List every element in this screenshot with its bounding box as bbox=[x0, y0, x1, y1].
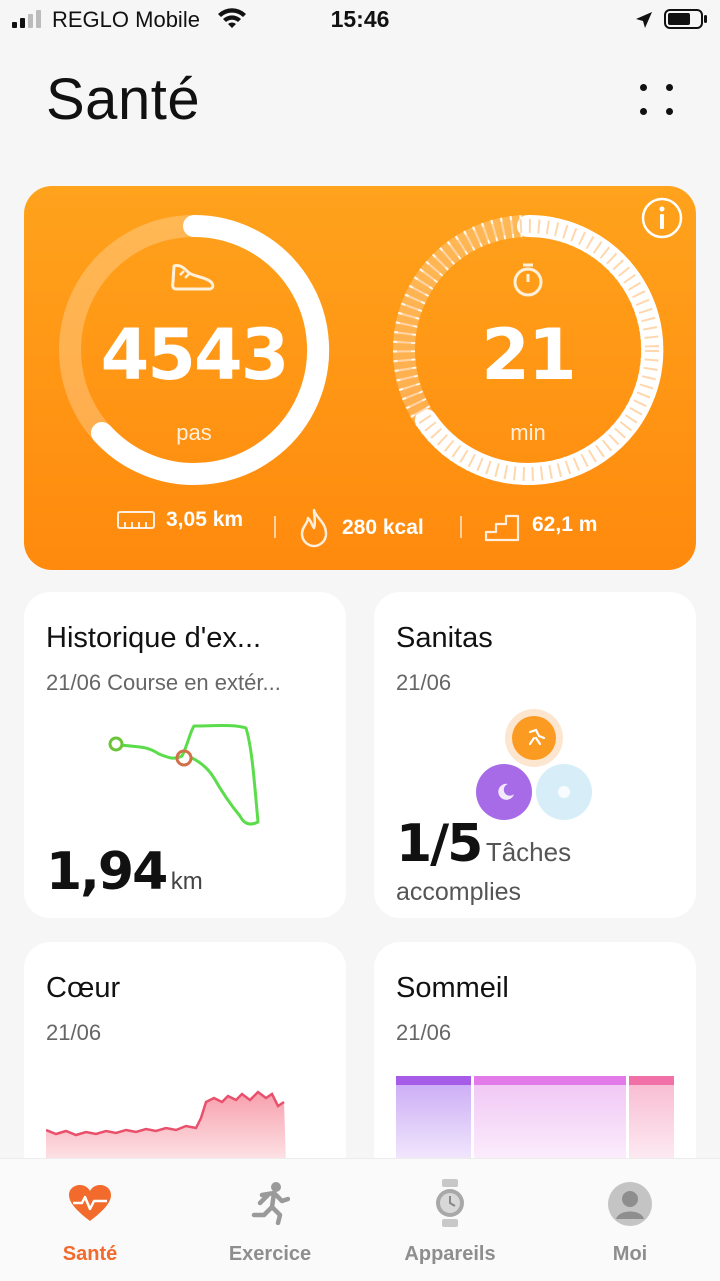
card-title: Cœur bbox=[46, 972, 121, 1004]
route-start-marker bbox=[108, 736, 124, 752]
flame-icon bbox=[300, 508, 328, 548]
card-subtitle: 21/06 bbox=[46, 1020, 102, 1045]
steps-value: 4543 bbox=[100, 314, 290, 396]
sanitas-progress: 1/5 Tâches bbox=[396, 814, 571, 874]
elevation-stat: 62,1 m bbox=[484, 508, 597, 542]
sanitas-label-line2: accomplies bbox=[396, 878, 522, 906]
heart-card[interactable]: Cœur 21/06 bbox=[24, 942, 346, 1182]
exercise-history-card[interactable]: Historique d'ex... 21/06 Course en extér… bbox=[24, 592, 346, 918]
activity-stats-row: 3,05 km 280 kcal 62,1 m bbox=[24, 508, 696, 548]
heart-rate-graph bbox=[46, 1090, 286, 1162]
runner-icon bbox=[251, 1182, 290, 1225]
exercise-distance-unit: km bbox=[170, 868, 203, 895]
status-bar: REGLO Mobile 15:46 bbox=[0, 0, 720, 40]
minutes-value: 21 bbox=[481, 314, 576, 396]
nav-label: Exercice bbox=[228, 1243, 312, 1265]
dot-icon bbox=[666, 108, 673, 115]
bottom-nav: Santé Exercice Appareils Moi bbox=[0, 1158, 720, 1281]
shoe-icon bbox=[171, 264, 215, 291]
calories-value: 280 kcal bbox=[342, 516, 424, 539]
info-icon[interactable] bbox=[640, 196, 684, 240]
calories-stat: 280 kcal bbox=[296, 508, 424, 548]
watch-icon bbox=[436, 1179, 464, 1227]
sleep-card[interactable]: Sommeil 21/06 bbox=[374, 942, 696, 1182]
grid-menu-button[interactable] bbox=[636, 78, 678, 120]
nav-tab-moi[interactable]: Moi bbox=[540, 1159, 720, 1281]
divider bbox=[274, 516, 276, 538]
card-title: Sommeil bbox=[396, 972, 509, 1004]
sleep-graph bbox=[396, 1076, 674, 1166]
steps-unit: pas bbox=[176, 420, 212, 445]
card-subtitle: 21/06 Course en extér... bbox=[46, 670, 281, 695]
sanitas-label: Tâches bbox=[485, 837, 572, 867]
divider bbox=[460, 516, 462, 538]
nav-label: Santé bbox=[62, 1243, 118, 1265]
route-map bbox=[108, 724, 260, 826]
card-title: Sanitas bbox=[396, 622, 493, 654]
exercise-distance-value: 1,94 bbox=[46, 842, 168, 902]
dot-icon bbox=[640, 108, 647, 115]
clock: 15:46 bbox=[330, 6, 390, 32]
card-subtitle: 21/06 bbox=[396, 1020, 452, 1045]
distance-value: 3,05 km bbox=[166, 508, 244, 531]
dot-icon bbox=[640, 84, 647, 91]
elevation-value: 62,1 m bbox=[532, 513, 598, 536]
battery-icon bbox=[664, 9, 707, 29]
dot-icon bbox=[666, 84, 673, 91]
distance-block: 1,94 km bbox=[46, 842, 203, 902]
nav-tab-exercice[interactable]: Exercice bbox=[180, 1159, 360, 1281]
sanitas-tasks-graphic bbox=[476, 709, 592, 820]
minutes-unit: min bbox=[510, 420, 546, 445]
user-icon bbox=[608, 1182, 652, 1226]
heart-pulse-icon bbox=[69, 1185, 111, 1221]
nav-label: Moi bbox=[612, 1243, 648, 1265]
card-title: Historique d'ex... bbox=[46, 622, 262, 654]
sanitas-value: 1/5 bbox=[396, 814, 483, 874]
page-title: Santé bbox=[46, 67, 201, 132]
nav-label: Appareils bbox=[404, 1243, 496, 1265]
nav-tab-appareils[interactable]: Appareils bbox=[360, 1159, 540, 1281]
sanitas-card[interactable]: Sanitas 21/06 1/5 Tâches accomplies bbox=[374, 592, 696, 918]
distance-stat: 3,05 km bbox=[116, 508, 243, 532]
card-subtitle: 21/06 bbox=[396, 670, 452, 695]
ruler-icon bbox=[117, 511, 155, 529]
nav-tab-sante[interactable]: Santé bbox=[0, 1159, 180, 1281]
stopwatch-icon bbox=[513, 263, 543, 297]
location-arrow-icon bbox=[636, 12, 652, 28]
stairs-icon bbox=[484, 514, 520, 542]
